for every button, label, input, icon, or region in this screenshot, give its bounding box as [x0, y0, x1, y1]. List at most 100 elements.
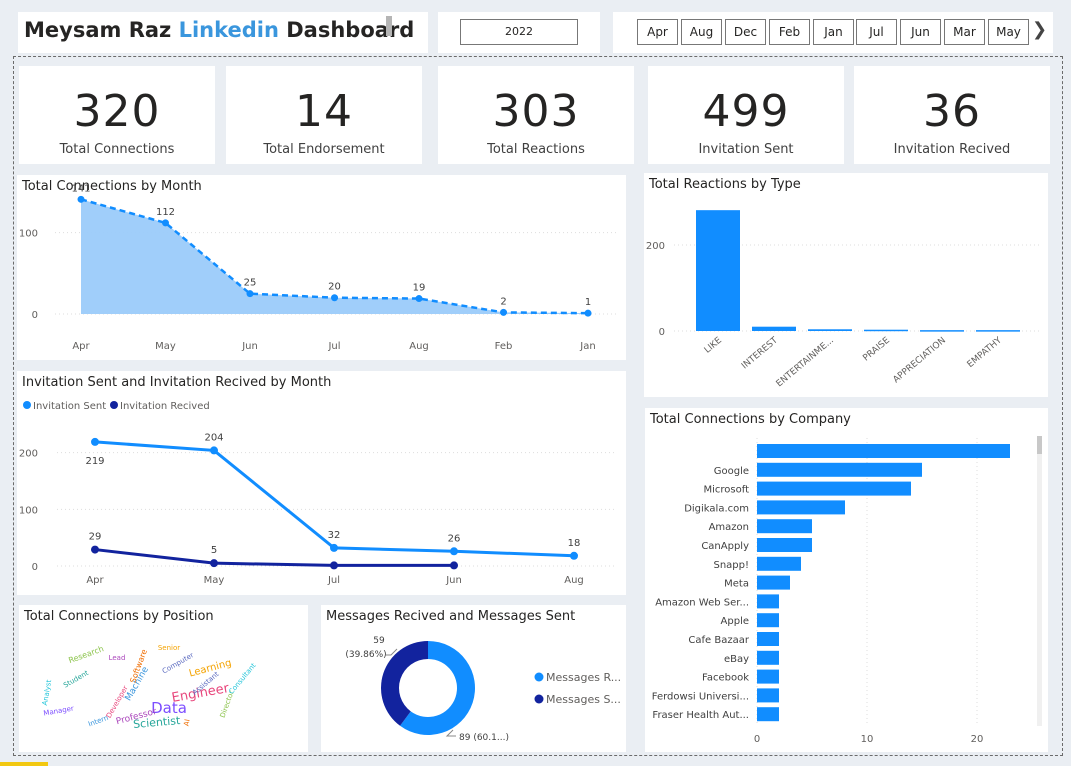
chevron-right-icon[interactable]: ❯ — [1032, 19, 1047, 40]
y-tick-label: Amazon Web Ser... — [655, 597, 749, 608]
data-label: 89 (60.1...) — [459, 733, 509, 743]
month-button[interactable]: May — [988, 19, 1029, 45]
data-point — [246, 290, 254, 298]
month-button[interactable]: Aug — [681, 19, 722, 45]
wordcloud-word: Analyst — [41, 679, 53, 706]
data-label: 19 — [413, 283, 426, 294]
data-point — [330, 543, 338, 552]
legend-label: Invitation Sent — [33, 401, 106, 412]
month-button[interactable]: Feb — [769, 19, 810, 45]
y-tick-label: Facebook — [702, 673, 749, 684]
bar — [920, 330, 964, 332]
bar — [757, 444, 1010, 458]
legend-marker — [534, 694, 544, 704]
y-tick-label: eBay — [724, 654, 749, 665]
donut-slice — [381, 641, 428, 726]
data-point — [570, 551, 578, 560]
legend-marker — [23, 401, 31, 409]
title-name: Meysam Raz — [24, 18, 179, 42]
data-label: 29 — [89, 532, 102, 543]
bar — [864, 329, 908, 332]
x-tick-label: Apr — [72, 341, 90, 352]
bar — [757, 519, 812, 534]
y-tick-label: Fraser Health Aut... — [652, 710, 749, 721]
year-slicer: 2022 — [438, 12, 600, 53]
connections-by-company-card[interactable]: Total Connections by Company 0 10 20 Google… — [645, 408, 1048, 752]
kpi-invitation-recived: 36 Invitation Recived — [854, 66, 1050, 164]
data-point — [210, 446, 218, 455]
connections-by-month-card[interactable]: Total Connections by Month 0 100 141 Apr 112… — [17, 175, 626, 360]
data-point — [584, 309, 592, 317]
kpi-label: Total Reactions — [487, 142, 585, 157]
data-point — [91, 545, 99, 554]
month-button[interactable]: Mar — [944, 19, 985, 45]
y-tick-label: 100 — [19, 229, 38, 240]
series-line — [94, 548, 454, 567]
legend-marker — [110, 401, 118, 409]
data-label: 1 — [585, 297, 591, 308]
bar — [757, 575, 790, 590]
kpi-label: Invitation Recived — [893, 142, 1011, 157]
bar — [757, 669, 779, 684]
x-tick-label: 10 — [861, 734, 874, 745]
bar — [696, 210, 740, 331]
year-slicer-box[interactable]: 2022 — [460, 19, 578, 45]
x-tick-label: Jul — [327, 575, 340, 586]
y-tick-label: Meta — [724, 579, 749, 590]
x-tick-label: Aug — [564, 575, 584, 586]
month-button[interactable]: Jan — [813, 19, 854, 45]
invitations-by-month-chart: 0 100 200 Invitation Sent Invitation Recived… — [19, 401, 617, 586]
data-point — [415, 295, 423, 303]
data-point — [162, 219, 169, 227]
bar — [808, 329, 852, 331]
data-label: 20 — [328, 282, 341, 293]
month-button[interactable]: Dec — [725, 19, 766, 45]
messages-card[interactable]: Messages Recived and Messages Sent 89 (6… — [321, 605, 626, 752]
position-wordcloud-card[interactable]: Total Connections by Position Engineer Da… — [19, 605, 308, 752]
x-tick-label: Jun — [241, 341, 258, 352]
bar — [757, 688, 779, 703]
data-label: 25 — [244, 278, 257, 289]
kpi-invitation-sent: 499 Invitation Sent — [648, 66, 844, 164]
position-wordcloud: EngineerDataScientistLearningMachineRese… — [41, 644, 258, 731]
reactions-by-type-card[interactable]: Total Reactions by Type 0 200 LIKE INTEREST… — [644, 173, 1048, 397]
x-tick-label: Aug — [409, 341, 429, 352]
bar — [757, 650, 779, 665]
data-label: 141 — [71, 183, 90, 194]
kpi-value: 499 — [702, 86, 790, 137]
y-tick-label: 200 — [19, 449, 38, 460]
kpi-value: 320 — [73, 86, 161, 137]
data-point — [91, 437, 99, 446]
month-slicer: Apr Aug Dec Feb Jan Jul Jun Mar May ❯ — [613, 12, 1053, 53]
month-button[interactable]: Jun — [900, 19, 941, 45]
y-tick-label: Google — [714, 466, 749, 477]
data-label: 18 — [568, 538, 581, 549]
y-tick-label: Digikala.com — [684, 503, 749, 514]
data-label: 5 — [211, 545, 217, 556]
bar — [757, 462, 922, 477]
data-point — [330, 561, 338, 570]
y-tick-label: Cafe Bazaar — [688, 635, 749, 646]
data-label: (39.86%) — [345, 650, 386, 660]
data-point — [500, 308, 507, 316]
bar — [752, 326, 796, 331]
invitations-by-month-card[interactable]: Invitation Sent and Invitation Recived b… — [17, 371, 626, 595]
kpi-label: Total Endorsement — [263, 142, 385, 157]
data-label: 26 — [448, 533, 461, 544]
y-tick-label: Ferdowsi Universi... — [652, 691, 749, 702]
wordcloud-word: Senior — [158, 644, 180, 652]
legend-label: Messages R... — [546, 671, 621, 684]
data-point — [77, 195, 85, 203]
title-suffix: Dashboard — [278, 18, 415, 42]
month-button[interactable]: Jul — [856, 19, 897, 45]
data-label: 32 — [328, 530, 341, 541]
scrollbar-thumb — [1037, 436, 1042, 454]
month-button[interactable]: Apr — [637, 19, 678, 45]
data-label: 59 — [373, 636, 385, 646]
wordcloud-word: Intern — [87, 714, 109, 729]
x-tick-label: APPRECIATION — [891, 336, 947, 386]
legend-label: Messages S... — [546, 693, 621, 706]
connections-by-month-chart: 0 100 141 Apr 112 May 25 Jun 20 Jul 19 Aug 2 Feb 1 Jan — [19, 183, 617, 352]
y-tick-label: Apple — [721, 616, 749, 627]
data-point — [331, 294, 338, 302]
